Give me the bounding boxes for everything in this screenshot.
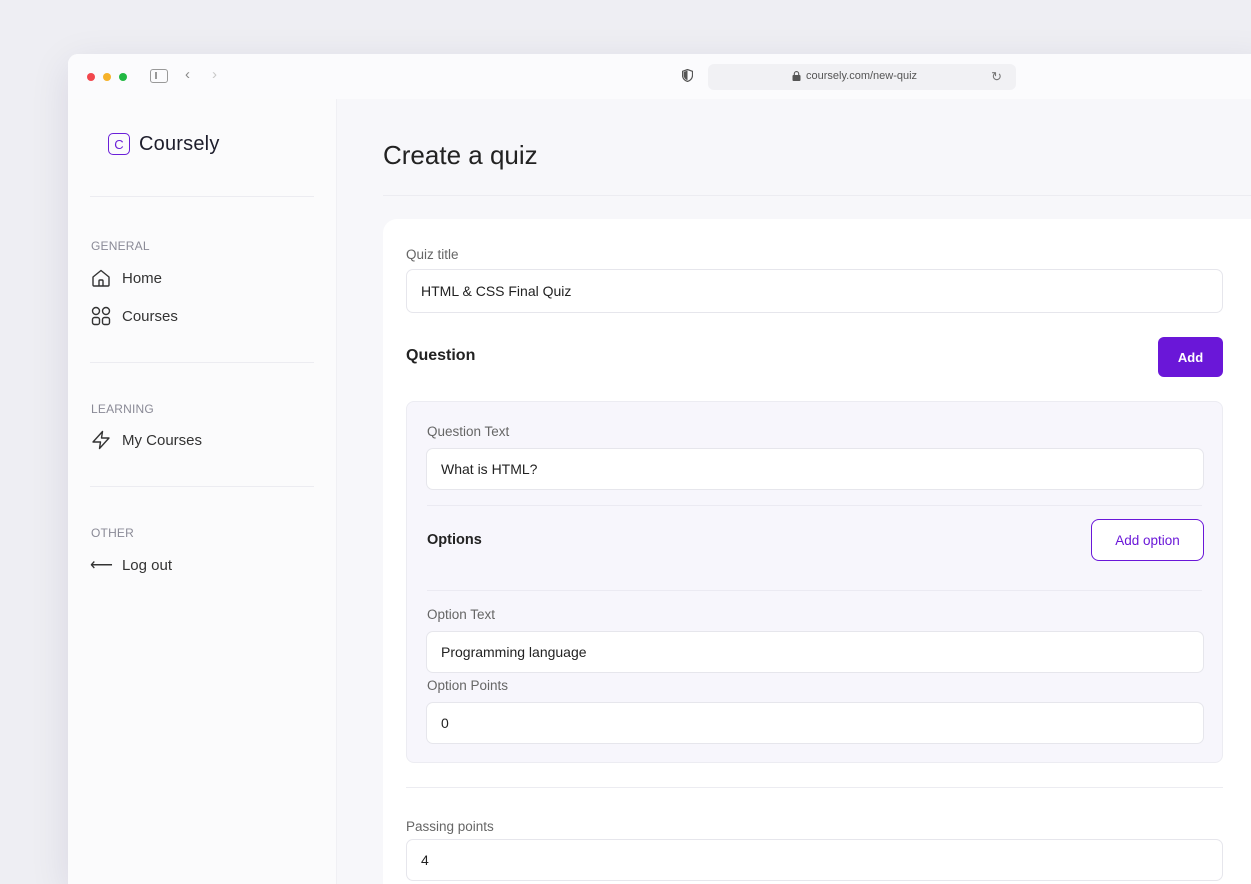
sidebar-divider [90, 486, 314, 487]
minimize-window-button[interactable] [103, 73, 111, 81]
quiz-form-card: Quiz title HTML & CSS Final Quiz Questio… [383, 219, 1251, 884]
option-divider [427, 590, 1202, 591]
sidebar-item-label: Log out [121, 556, 172, 574]
option-text-label: Option Text [427, 607, 496, 622]
sidebar-divider [90, 196, 314, 197]
sidebar-item-log-out[interactable]: ⟵ Log out [90, 554, 172, 576]
question-heading: Question [406, 347, 476, 364]
sidebar: C Coursely GENERAL Home Courses LEARNING [68, 99, 337, 884]
section-title-other: OTHER [91, 526, 134, 540]
home-icon [92, 269, 110, 287]
option-text-input[interactable]: Programming language [426, 631, 1204, 673]
question-text-input[interactable]: What is HTML? [426, 448, 1204, 490]
passing-points-label: Passing points [406, 819, 494, 834]
add-option-button[interactable]: Add option [1091, 519, 1204, 561]
lightning-icon [92, 430, 110, 450]
page-title: Create a quiz [383, 140, 538, 170]
options-divider [427, 505, 1202, 506]
quiz-title-label: Quiz title [406, 247, 459, 262]
browser-toolbar: ‹ › coursely.com/new-quiz ↻ [68, 54, 1251, 100]
form-divider [406, 787, 1223, 788]
logo[interactable]: C Coursely [108, 132, 220, 156]
address-bar[interactable]: coursely.com/new-quiz ↻ [708, 64, 1016, 90]
close-window-button[interactable] [87, 73, 95, 81]
sidebar-item-label: My Courses [122, 431, 203, 449]
back-arrow-icon[interactable]: ‹ [185, 66, 190, 83]
forward-arrow-icon[interactable]: › [212, 66, 217, 83]
question-panel: Question Text What is HTML? Options Add … [406, 401, 1223, 763]
grid-icon [91, 306, 111, 326]
options-heading: Options [427, 532, 482, 548]
lock-icon [792, 71, 801, 81]
section-title-general: GENERAL [91, 239, 150, 253]
logo-text: Coursely [139, 132, 220, 155]
logo-mark: C [108, 133, 130, 155]
sidebar-item-label: Courses [122, 307, 178, 325]
section-title-learning: LEARNING [91, 402, 154, 416]
passing-points-input[interactable]: 4 [406, 839, 1223, 881]
browser-window: ‹ › coursely.com/new-quiz ↻ C Coursely G… [68, 54, 1251, 884]
question-text-label: Question Text [427, 424, 510, 439]
main-content: Create a quiz Quiz title HTML & CSS Fina… [337, 99, 1251, 884]
shield-icon[interactable] [682, 69, 693, 82]
quiz-title-input[interactable]: HTML & CSS Final Quiz [406, 269, 1223, 313]
sidebar-divider [90, 362, 314, 363]
url-text: coursely.com/new-quiz [806, 70, 918, 82]
arrow-left-icon: ⟵ [90, 557, 113, 574]
option-points-label: Option Points [427, 678, 509, 693]
sidebar-item-home[interactable]: Home [90, 267, 162, 289]
sidebar-item-label: Home [122, 269, 163, 287]
maximize-window-button[interactable] [119, 73, 127, 81]
option-points-input[interactable]: 0 [426, 702, 1204, 744]
add-question-button[interactable]: Add [1158, 337, 1223, 377]
sidebar-toggle-icon[interactable] [150, 69, 168, 83]
sidebar-item-courses[interactable]: Courses [90, 305, 178, 327]
header-divider [383, 195, 1251, 196]
reload-icon[interactable]: ↻ [991, 69, 1002, 85]
sidebar-item-my-courses[interactable]: My Courses [90, 429, 202, 451]
